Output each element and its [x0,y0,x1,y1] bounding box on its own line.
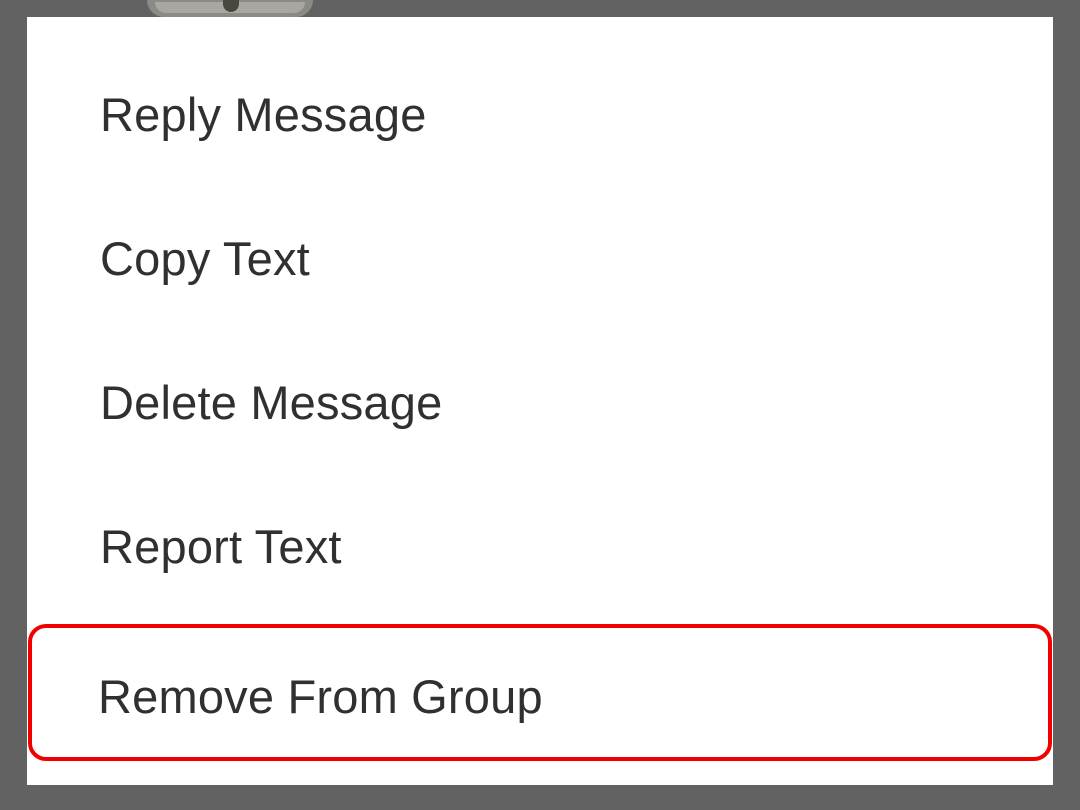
dimmed-background[interactable]: Reply Message Copy Text Delete Message R… [0,0,1080,810]
menu-item-label: Reply Message [100,87,427,141]
menu-item-delete-message[interactable]: Delete Message [27,330,1053,474]
menu-item-label: Copy Text [100,231,310,285]
menu-item-label: Remove From Group [98,669,543,723]
menu-item-label: Report Text [100,519,342,573]
background-image-thumbnail [147,0,313,17]
menu-item-reply-message[interactable]: Reply Message [27,42,1053,186]
menu-item-copy-text[interactable]: Copy Text [27,186,1053,330]
message-context-menu: Reply Message Copy Text Delete Message R… [27,17,1053,785]
menu-item-report-text[interactable]: Report Text [27,474,1053,618]
menu-item-label: Delete Message [100,375,443,429]
menu-item-remove-from-group[interactable]: Remove From Group [27,624,1053,768]
